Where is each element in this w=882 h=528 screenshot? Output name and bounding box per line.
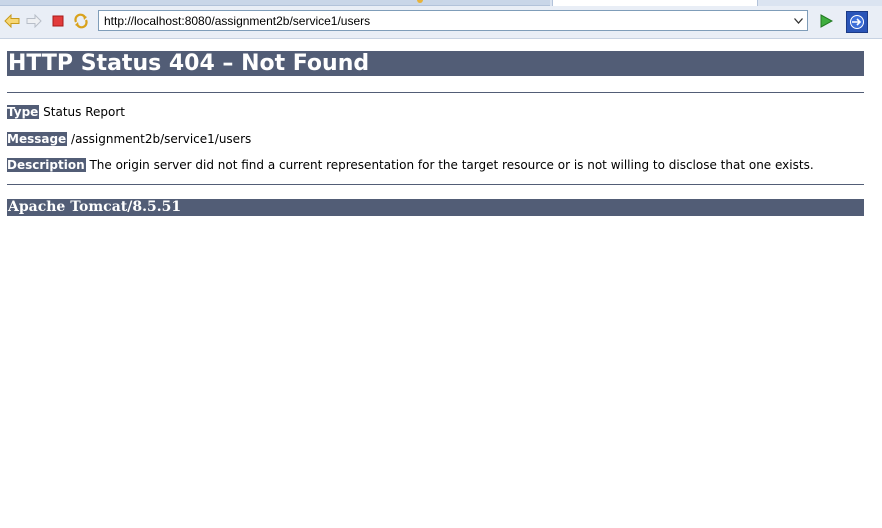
url-history-dropdown[interactable] — [789, 11, 807, 30]
tab-indicator-icon — [417, 0, 423, 3]
go-icon — [820, 14, 833, 28]
refresh-button[interactable] — [72, 12, 90, 30]
type-label: Type — [7, 105, 40, 119]
external-browser-icon — [850, 15, 864, 29]
open-external-browser-button[interactable] — [846, 11, 868, 33]
back-icon — [4, 14, 20, 28]
type-row: Type Status Report — [7, 105, 125, 120]
page-title: HTTP Status 404 – Not Found — [7, 51, 864, 76]
url-input[interactable]: http://localhost:8080/assignment2b/servi… — [98, 10, 808, 31]
stop-icon — [52, 15, 64, 27]
message-value: /assignment2b/service1/users — [71, 132, 252, 146]
divider — [7, 92, 864, 93]
description-row: Description The origin server did not fi… — [7, 158, 814, 173]
description-value: The origin server did not find a current… — [89, 158, 814, 172]
refresh-icon — [74, 13, 88, 29]
server-footer: Apache Tomcat/8.5.51 — [7, 199, 864, 216]
message-label: Message — [7, 132, 68, 146]
url-text: http://localhost:8080/assignment2b/servi… — [104, 14, 371, 28]
chevron-down-icon — [793, 17, 803, 24]
message-row: Message /assignment2b/service1/users — [7, 132, 251, 147]
browser-toolbar: http://localhost:8080/assignment2b/servi… — [0, 6, 882, 39]
forward-icon — [26, 14, 42, 28]
description-label: Description — [7, 158, 86, 172]
back-button[interactable] — [3, 12, 21, 30]
go-button[interactable] — [817, 12, 835, 30]
forward-button[interactable] — [25, 12, 43, 30]
type-value: Status Report — [43, 105, 125, 119]
page-content: HTTP Status 404 – Not Found Type Status … — [0, 39, 882, 528]
stop-button[interactable] — [49, 12, 67, 30]
divider — [7, 184, 864, 185]
